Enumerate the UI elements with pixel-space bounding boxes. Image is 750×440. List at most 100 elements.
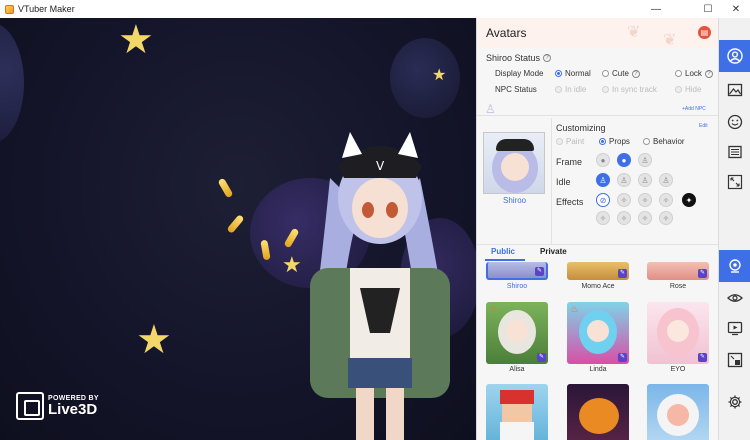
edit-pen-icon[interactable]: ✎	[698, 269, 707, 278]
edit-link[interactable]: Edit	[699, 123, 708, 129]
image-icon	[727, 83, 743, 97]
pumpkin-head	[579, 398, 619, 434]
effect-feather-icon[interactable]: ✧	[638, 211, 652, 225]
frame-portrait-icon[interactable]: ●	[596, 153, 610, 167]
pip-tool-button[interactable]	[719, 344, 750, 376]
video-tool-button[interactable]	[719, 312, 750, 344]
tab-public[interactable]: Public	[491, 247, 515, 256]
divider	[477, 244, 718, 245]
expression-tool-button[interactable]	[719, 106, 750, 138]
radio-icon	[555, 70, 562, 77]
effect-butterfly-icon[interactable]: ✧	[596, 211, 610, 225]
effect-none-icon[interactable]: ⊘	[596, 193, 610, 207]
live3d-branding: POWERED BY Live3D	[16, 392, 99, 420]
effect-wings-icon[interactable]: ✧	[617, 193, 631, 207]
avatar-card-linda[interactable]: ✎ ♨	[567, 302, 629, 364]
maximize-button[interactable]: ☐	[694, 0, 722, 18]
settings-button[interactable]	[719, 386, 750, 418]
customize-behavior[interactable]: Behavior	[643, 137, 685, 146]
astronaut-face	[667, 404, 689, 426]
avatars-tool-button[interactable]	[719, 40, 750, 72]
radio-icon	[675, 70, 682, 77]
avatar-card-pumpkin[interactable]	[567, 384, 629, 440]
coin-decoration	[217, 177, 234, 199]
list-icon	[728, 145, 742, 159]
effect-sprout-icon[interactable]: ✧	[617, 211, 631, 225]
avatar-card-label: Rose	[669, 283, 687, 290]
idle-pose-1-icon[interactable]: ♙	[596, 173, 610, 187]
idle-pose-4-icon[interactable]: ♙	[659, 173, 673, 187]
avatar-card-label: EYO	[670, 366, 686, 373]
smiley-icon	[727, 114, 743, 130]
avatar-card-label: Linda	[589, 366, 607, 373]
background-orb	[0, 23, 24, 143]
help-icon[interactable]: ?	[704, 69, 713, 78]
fullscreen-tool-button[interactable]	[719, 166, 750, 198]
vtuber-avatar-character[interactable]: V	[290, 118, 470, 440]
tab-private[interactable]: Private	[540, 247, 567, 256]
idle-pose-2-icon[interactable]: ♙	[617, 173, 631, 187]
camera-tool-button[interactable]	[719, 250, 750, 282]
avatar-viewport[interactable]: ★ ★ ★ ★ V POWERED BY Live3D	[0, 18, 476, 440]
frame-full-body-icon[interactable]: ♙	[638, 153, 652, 167]
star-decoration-icon: ★	[136, 318, 172, 362]
edit-pen-icon[interactable]: ✎	[537, 353, 546, 362]
radio-icon	[602, 86, 609, 93]
frame-label: Frame	[556, 157, 583, 167]
display-mode-label: Display Mode	[495, 69, 544, 78]
avatar-card-astronaut[interactable]	[647, 384, 709, 440]
customize-props[interactable]: Props	[599, 137, 630, 146]
avatar-card-eyo[interactable]: ✎	[647, 302, 709, 364]
add-npc-link[interactable]: +Add NPC	[682, 106, 706, 112]
idle-label: Idle	[556, 177, 571, 187]
list-tool-button[interactable]	[719, 136, 750, 168]
display-mode-lock[interactable]: Lock ?	[675, 69, 713, 78]
avatar-card-label: Momo Ace	[581, 283, 615, 290]
selected-avatar-thumbnail[interactable]	[483, 132, 545, 194]
status-heading: Shiroo Status ?	[486, 53, 552, 63]
coin-decoration	[226, 214, 245, 234]
idle-pose-3-icon[interactable]: ♙	[638, 173, 652, 187]
effect-halo-icon[interactable]: ✧	[659, 211, 673, 225]
npc-in-idle[interactable]: In idle	[555, 85, 586, 94]
effect-dark-wings-icon[interactable]: ✦	[682, 193, 696, 207]
display-mode-normal[interactable]: Normal	[555, 69, 591, 78]
avatar-card-alisa[interactable]: ✎ ♨	[486, 302, 548, 364]
avatars-panel: Avatars ❦ ❦ ▤ Shiroo Status ? Display Mo…	[476, 18, 718, 440]
help-icon[interactable]: ?	[631, 69, 640, 78]
divider	[477, 115, 718, 116]
npc-silhouette-icon: ♙	[485, 102, 496, 116]
npc-hide[interactable]: Hide	[675, 85, 701, 94]
play-screen-icon	[727, 321, 743, 336]
edit-pen-icon[interactable]: ✎	[618, 353, 627, 362]
eye-icon	[727, 294, 743, 302]
background-orb	[390, 38, 460, 118]
close-window-button[interactable]: ✕	[722, 0, 750, 18]
selected-avatar-name: Shiroo	[503, 196, 527, 205]
panel-close-icon[interactable]: ▤	[698, 26, 711, 39]
edit-pen-icon[interactable]: ✎	[618, 269, 627, 278]
avatar-card-label: Alisa	[509, 366, 525, 373]
display-mode-cute[interactable]: Cute ?	[602, 69, 640, 78]
background-tool-button[interactable]	[719, 74, 750, 106]
effect-angel-icon[interactable]: ✧	[659, 193, 673, 207]
edit-pen-icon[interactable]: ✎	[535, 267, 544, 276]
avatar-card-santa[interactable]	[486, 384, 548, 440]
npc-in-sync-track[interactable]: In sync track	[602, 85, 657, 94]
right-toolbar	[718, 18, 750, 440]
frame-bust-icon[interactable]: ●	[617, 153, 631, 167]
avatar-card-momo-ace[interactable]: ✎	[567, 262, 629, 280]
flame-badge-icon: ♨	[489, 304, 498, 315]
panel-title: Avatars	[486, 26, 527, 40]
effect-leaves-icon[interactable]: ✧	[638, 193, 652, 207]
avatar-card-shiroo[interactable]: ✎	[486, 262, 548, 280]
eye-tracking-button[interactable]	[719, 282, 750, 314]
help-icon[interactable]: ?	[543, 54, 552, 62]
minimize-button[interactable]: —	[642, 0, 670, 18]
avatar-library-tabs: Public Private	[477, 247, 718, 261]
app-window: VTuber Maker — ☐ ✕ ★ ★ ★ ★ V POWERED BY …	[0, 0, 750, 440]
avatar-face	[667, 320, 689, 342]
edit-pen-icon[interactable]: ✎	[698, 353, 707, 362]
avatar-card-rose[interactable]: ✎	[647, 262, 709, 280]
customize-paint[interactable]: Paint	[556, 137, 584, 146]
